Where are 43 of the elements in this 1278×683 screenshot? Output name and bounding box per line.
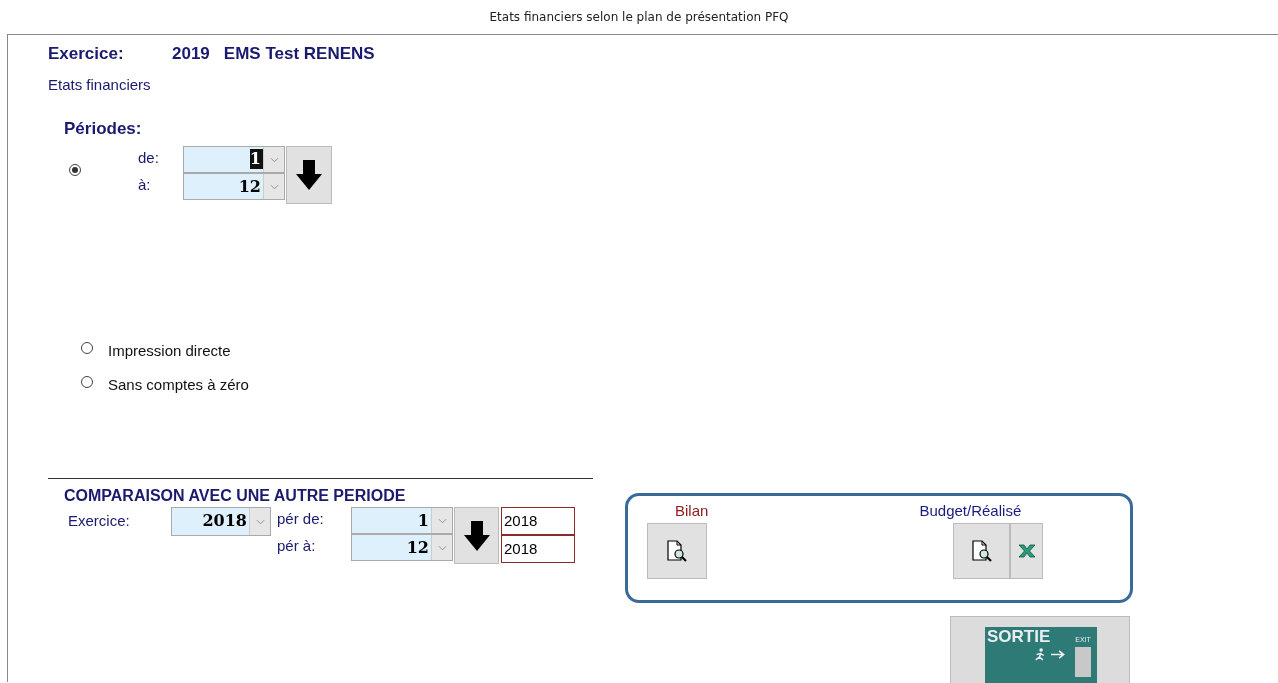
spreadsheet-icon bbox=[1016, 543, 1037, 559]
company-name: EMS Test RENENS bbox=[223, 44, 375, 64]
document-magnifier-icon bbox=[969, 539, 994, 563]
year-field[interactable]: 2018 bbox=[501, 535, 575, 563]
option-radio[interactable] bbox=[81, 375, 93, 388]
door-icon bbox=[1075, 647, 1091, 677]
report-label: Bilan bbox=[675, 502, 709, 519]
comparison-title: COMPARAISON AVEC UNE AUTRE PERIODE bbox=[64, 487, 407, 505]
year-dropdown[interactable]: 2018 bbox=[171, 507, 271, 536]
from-label: de: bbox=[138, 148, 160, 168]
option-label: Impression directe bbox=[108, 342, 231, 359]
section-title: Etats financiers bbox=[48, 76, 152, 93]
period-to-dropdown[interactable]: 12 bbox=[351, 534, 453, 561]
export-button[interactable] bbox=[1010, 523, 1044, 579]
periods-label: Périodes: bbox=[64, 119, 143, 139]
to-label: pér à: bbox=[277, 536, 317, 556]
report-label: Budget/Réalisé bbox=[919, 502, 1022, 519]
down-arrow-icon bbox=[461, 518, 492, 553]
option-label: Sans comptes à zéro bbox=[108, 376, 249, 393]
down-arrow-icon bbox=[294, 158, 324, 192]
year-field[interactable]: 2018 bbox=[501, 507, 575, 535]
preview-button[interactable] bbox=[646, 523, 707, 579]
exercise-year: 2019 bbox=[172, 44, 210, 64]
preview-button[interactable] bbox=[953, 523, 1011, 579]
chevron-down-icon bbox=[437, 544, 447, 551]
chevron-down-icon bbox=[269, 183, 279, 190]
period-from-dropdown[interactable]: 1 bbox=[351, 507, 453, 534]
exercise-label: Exercice: bbox=[48, 44, 125, 64]
chevron-down-icon bbox=[437, 517, 447, 524]
period-radio[interactable] bbox=[69, 164, 81, 176]
sign-text: SORTIE bbox=[987, 627, 1051, 647]
document-magnifier-icon bbox=[664, 539, 689, 563]
apply-down-button[interactable] bbox=[286, 146, 332, 204]
chevron-down-icon bbox=[269, 156, 279, 163]
option-radio[interactable] bbox=[81, 341, 93, 354]
period-from-dropdown[interactable]: 1 bbox=[183, 146, 285, 173]
exercise-label: Exercice: bbox=[68, 511, 131, 531]
chevron-down-icon bbox=[255, 518, 265, 525]
from-label: pér de: bbox=[277, 509, 325, 529]
window-title: Etats financiers selon le plan de présentation PFQ bbox=[489, 10, 789, 24]
apply-down-button[interactable] bbox=[454, 507, 499, 564]
period-to-dropdown[interactable]: 12 bbox=[183, 173, 285, 200]
to-label: à: bbox=[138, 175, 152, 195]
